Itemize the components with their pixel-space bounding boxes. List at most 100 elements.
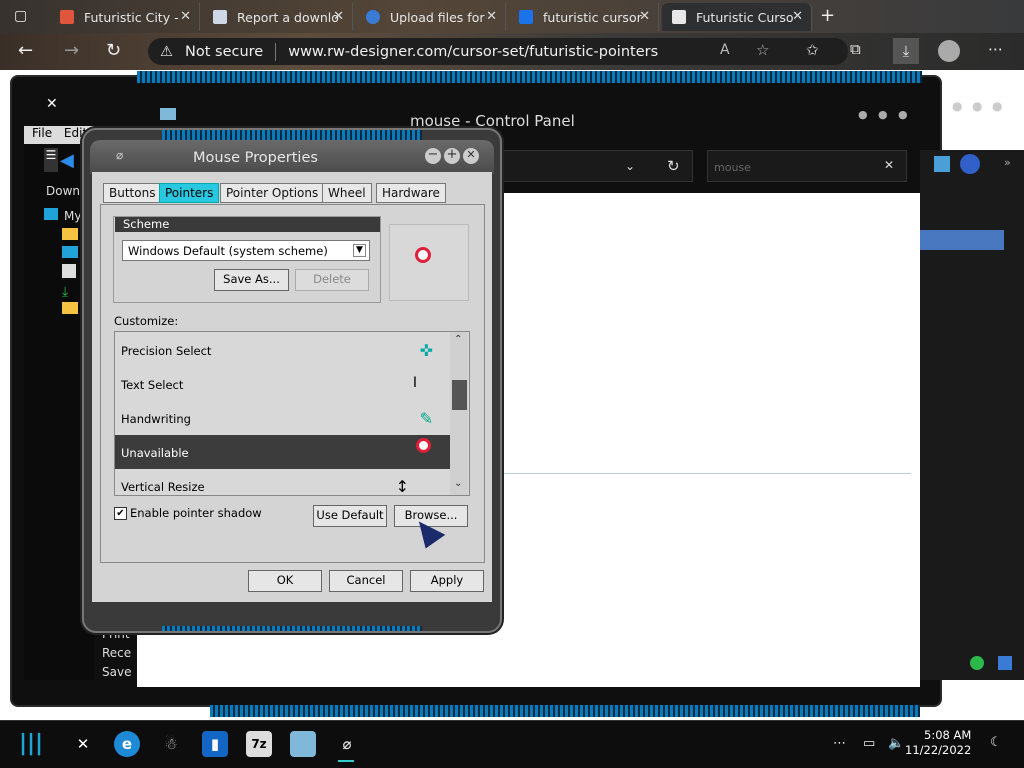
view-icon[interactable]: ☰ — [44, 148, 58, 172]
tab-wheel[interactable]: Wheel — [322, 183, 372, 203]
cancel-button[interactable]: Cancel — [329, 570, 403, 592]
network-icon[interactable]: ▭ — [863, 736, 875, 751]
notification-icon[interactable]: ☾ — [990, 735, 1002, 750]
back-icon[interactable]: ← — [18, 40, 33, 61]
favorite-icon[interactable]: ☆ — [756, 41, 769, 59]
close-icon[interactable]: ✕ — [333, 9, 344, 24]
7zip-icon[interactable]: 7z — [246, 731, 272, 757]
robot-icon[interactable]: ☃ — [158, 731, 184, 757]
list-item[interactable]: Text Select I — [115, 367, 453, 401]
arrow-icon[interactable]: ◀ — [60, 150, 74, 171]
collections-icon[interactable]: ⧉ — [850, 40, 861, 58]
app-logo-icon: ✕ — [46, 96, 58, 112]
pointer-list[interactable]: Precision Select ✜ Text Select I Handwri… — [114, 331, 470, 496]
tab-futuristic-cursors-active[interactable]: Futuristic Curso ✕ — [662, 3, 812, 31]
refresh-icon[interactable]: ↻ — [106, 40, 121, 61]
up-arrow-icon[interactable] — [998, 656, 1012, 670]
maximize-icon[interactable]: + — [444, 148, 460, 164]
forward-icon[interactable]: → — [64, 40, 79, 61]
close-icon[interactable]: ● — [992, 99, 1002, 113]
close-icon[interactable]: ✕ — [639, 9, 650, 24]
edge-icon[interactable]: e — [114, 731, 140, 757]
tab-label: Futuristic City - — [84, 9, 179, 25]
favorites-icon[interactable]: ✩ — [806, 41, 819, 59]
tab-actions-icon[interactable]: ▢ — [14, 8, 27, 24]
tree-item-downloads[interactable]: Downl — [46, 184, 83, 198]
dialog-title: Mouse Properties — [193, 150, 318, 166]
tab-upload-files[interactable]: Upload files for ✕ — [356, 3, 506, 31]
tab-futuristic-city[interactable]: Futuristic City - ✕ — [50, 3, 200, 31]
tree-item-recent[interactable]: Rece — [102, 646, 131, 660]
tab-pointers[interactable]: Pointers — [159, 183, 220, 203]
tree-item-saved[interactable]: Save — [102, 665, 131, 679]
mouse-icon[interactable]: ⌀ — [334, 731, 360, 757]
customize-label: Customize: — [114, 314, 179, 328]
start-icon[interactable]: ||| — [18, 731, 44, 757]
tab-futuristic-cursor-search[interactable]: futuristic cursor ✕ — [509, 3, 659, 31]
refresh-icon[interactable]: ↻ — [667, 157, 680, 175]
scroll-thumb[interactable] — [452, 380, 467, 410]
address-field[interactable]: ⌄ ↻ — [498, 150, 693, 182]
list-scrollbar[interactable]: ⌃ ⌄ — [450, 332, 468, 495]
scheme-select[interactable]: Windows Default (system scheme) ▼ — [122, 240, 370, 261]
address-bar[interactable]: ⚠ Not secure www.rw-designer.com/cursor-… — [148, 38, 848, 65]
minimize-icon[interactable]: ● — [858, 108, 868, 121]
avatar[interactable] — [938, 40, 960, 62]
selected-item[interactable] — [920, 230, 1004, 250]
delete-button[interactable]: Delete — [295, 269, 369, 291]
chevron-up-icon[interactable]: ⌃ — [454, 334, 462, 345]
list-item[interactable]: Vertical Resize ↕ — [115, 469, 453, 495]
minimize-icon[interactable]: − — [425, 148, 441, 164]
list-item-selected[interactable]: Unavailable — [115, 435, 453, 469]
scheme-value: Windows Default (system scheme) — [128, 244, 328, 258]
tree-item-my-computer[interactable]: My — [64, 209, 81, 223]
checkmark-icon[interactable]: ✔ — [114, 506, 127, 520]
menu-file[interactable]: File — [32, 126, 52, 140]
dialog-footer — [92, 602, 492, 626]
system-clock[interactable]: 5:08 AM 11/22/2022 — [905, 728, 971, 758]
tab-pointer-options[interactable]: Pointer Options — [220, 183, 325, 203]
list-item[interactable]: Precision Select ✜ — [115, 333, 453, 367]
row-label: Handwriting — [121, 412, 191, 426]
ok-button[interactable]: OK — [248, 570, 322, 592]
save-as-button[interactable]: Save As... — [214, 269, 289, 291]
apply-button[interactable]: Apply — [410, 570, 484, 592]
maximize-icon[interactable]: ● — [878, 108, 888, 121]
chevron-down-icon[interactable]: ▼ — [353, 244, 366, 257]
tab-label: futuristic cursor — [543, 9, 642, 25]
app-icon[interactable]: ✕ — [70, 731, 96, 757]
pointer-shadow-checkbox[interactable]: ✔ Enable pointer shadow — [114, 506, 262, 520]
download-icon[interactable]: ⤓ — [893, 38, 919, 64]
grid-icon[interactable] — [934, 156, 950, 172]
use-default-button[interactable]: Use Default — [313, 505, 387, 527]
security-label: Not secure — [185, 43, 264, 60]
close-icon[interactable]: ✕ — [884, 158, 894, 172]
monitor-icon — [62, 246, 78, 258]
minimize-icon[interactable]: ● — [952, 99, 962, 113]
tab-hardware[interactable]: Hardware — [376, 183, 446, 203]
close-icon[interactable]: ✕ — [180, 9, 191, 24]
volume-icon[interactable]: 🔈 — [888, 736, 904, 751]
chevron-down-icon[interactable]: ⌄ — [454, 478, 462, 489]
close-icon[interactable]: ✕ — [486, 9, 497, 24]
bookmark-icon[interactable]: ▮ — [202, 731, 228, 757]
more-icon[interactable]: ⋯ — [988, 40, 1003, 58]
close-icon[interactable]: ✕ — [463, 148, 479, 164]
chevron-down-icon[interactable]: ⌄ — [625, 159, 635, 173]
close-icon[interactable]: ✕ — [792, 9, 803, 24]
row-label: Unavailable — [121, 446, 189, 460]
control-panel-icon[interactable] — [290, 731, 316, 757]
new-tab-icon[interactable]: + — [820, 5, 835, 26]
chevron-right-icon[interactable]: » — [1004, 156, 1011, 169]
maximize-icon[interactable]: ● — [972, 99, 982, 113]
app-icon[interactable] — [960, 154, 980, 174]
right-pane: » — [920, 150, 1024, 680]
search-input[interactable]: mouse — [707, 150, 907, 182]
tab-report-download[interactable]: Report a downlo ✕ — [203, 3, 353, 31]
read-aloud-icon[interactable]: A — [720, 42, 730, 58]
list-item[interactable]: Handwriting ✎ — [115, 401, 453, 435]
chevron-up-icon[interactable]: ⋯ — [833, 736, 846, 751]
tab-label: Report a downlo — [237, 9, 339, 25]
close-icon[interactable]: ● — [898, 108, 908, 121]
tab-buttons[interactable]: Buttons — [103, 183, 162, 203]
